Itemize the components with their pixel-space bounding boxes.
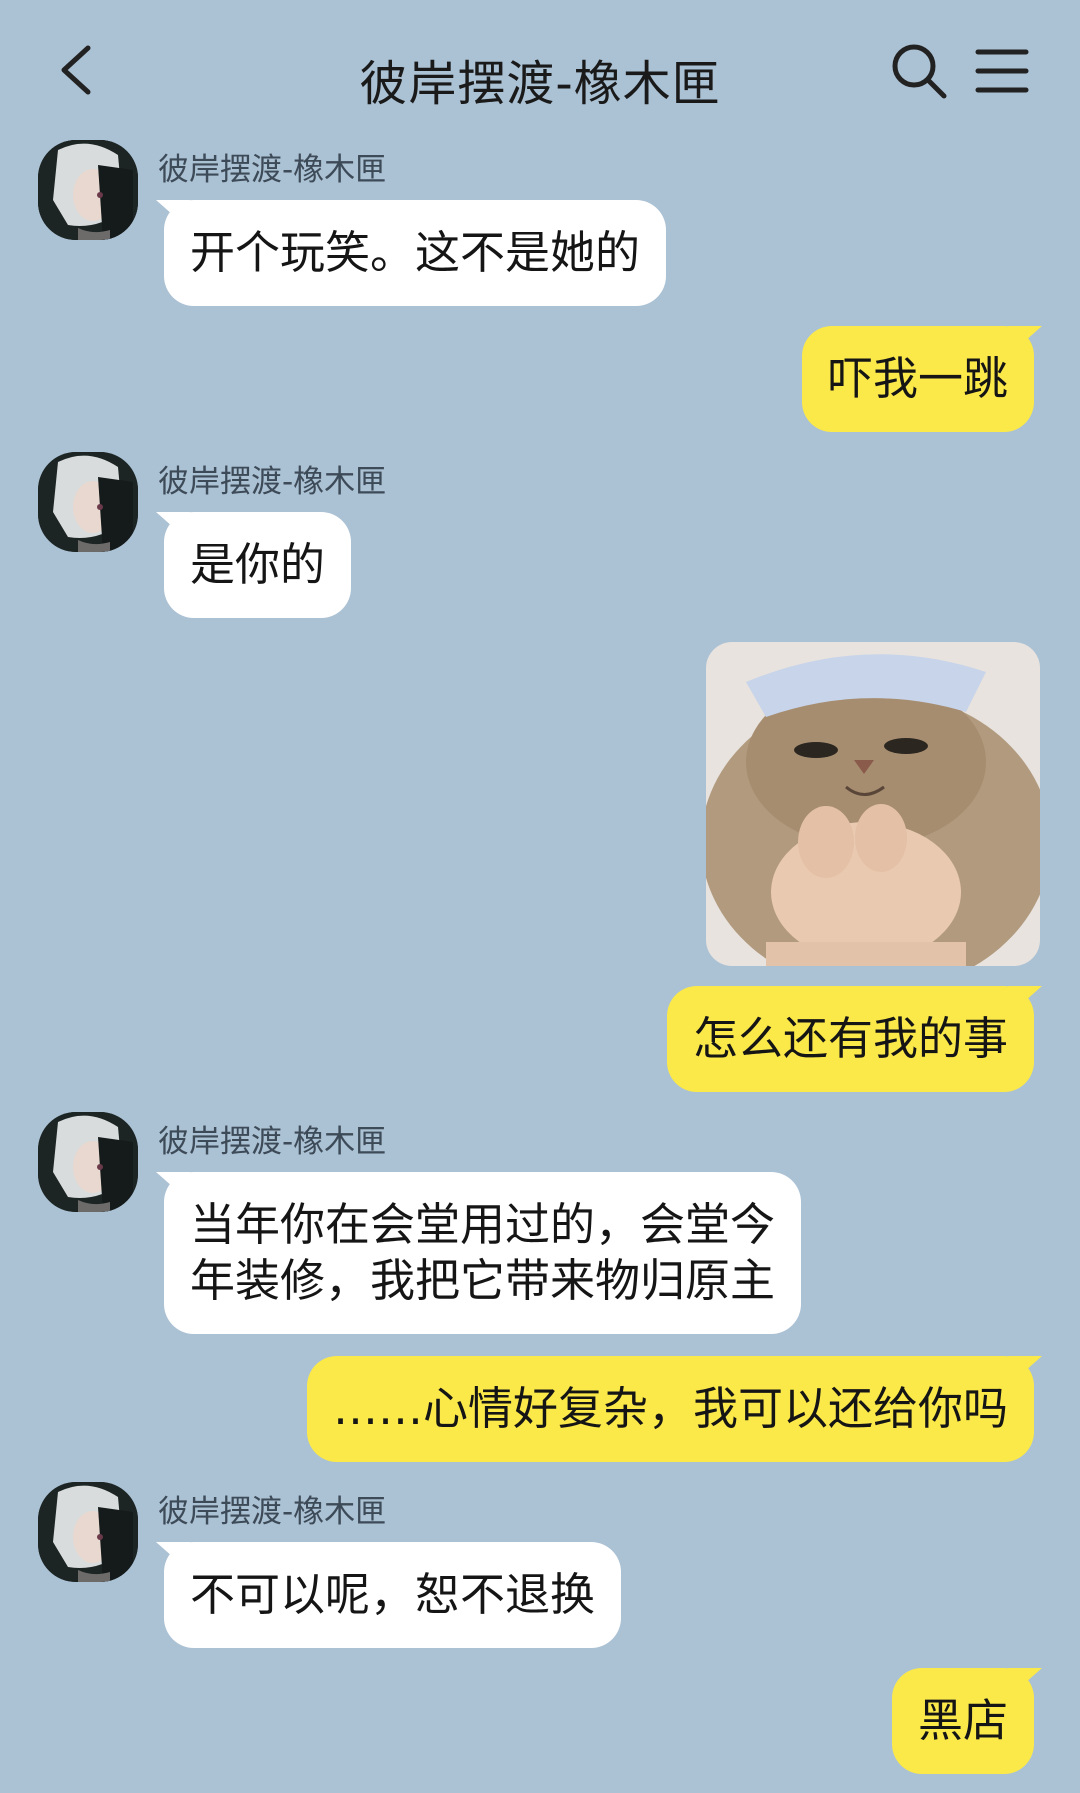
message-text: 是你的 [190,538,326,591]
message-text-line: 年装修，我把它带来物归原主 [190,1254,776,1307]
back-arrow-icon [61,45,91,95]
avatar-image [38,1482,138,1582]
outgoing-message-bubble[interactable]: 吓我一跳 [801,326,1034,432]
message-text: 黑店 [917,1694,1008,1747]
menu-icon [975,49,1029,93]
cat-sticker-image [706,642,1040,966]
outgoing-message-bubble[interactable]: 黑店 [891,1668,1034,1774]
message-text-line: 当年你在会堂用过的，会堂今 [190,1198,776,1251]
sender-name: 彼岸摆渡-橡木匣 [158,152,387,188]
chat-header: 彼岸摆渡-橡木匣 [0,0,1080,140]
message-text: 开个玩笑。这不是她的 [190,226,641,279]
sender-name: 彼岸摆渡-橡木匣 [158,1124,387,1160]
incoming-message-bubble[interactable]: 不可以呢，恕不退换 [164,1542,622,1648]
incoming-message-bubble[interactable]: 开个玩笑。这不是她的 [164,200,667,306]
sender-name: 彼岸摆渡-橡木匣 [158,464,387,500]
outgoing-message-bubble[interactable]: 怎么还有我的事 [666,986,1034,1092]
contact-avatar[interactable] [38,140,138,240]
sender-name: 彼岸摆渡-橡木匣 [158,1494,387,1530]
message-text: 怎么还有我的事 [692,1012,1008,1065]
message-text: 吓我一跳 [827,352,1008,405]
avatar-image [38,140,138,240]
incoming-message-bubble[interactable]: 当年你在会堂用过的，会堂今 年装修，我把它带来物归原主 [164,1172,802,1334]
contact-avatar[interactable] [38,452,138,552]
contact-avatar[interactable] [38,1112,138,1212]
cat-meme-sticker[interactable] [706,642,1040,966]
avatar-image [38,1112,138,1212]
search-button[interactable] [890,42,950,102]
avatar-image [38,452,138,552]
search-icon [892,44,947,99]
back-button[interactable] [52,40,112,100]
outgoing-message-bubble[interactable]: ……心情好复杂，我可以还给你吗 [306,1356,1034,1462]
message-text: 不可以呢，恕不退换 [190,1568,596,1621]
contact-avatar[interactable] [38,1482,138,1582]
menu-button[interactable] [972,42,1032,102]
message-text: ……心情好复杂，我可以还给你吗 [332,1382,1008,1435]
incoming-message-bubble[interactable]: 是你的 [164,512,352,618]
